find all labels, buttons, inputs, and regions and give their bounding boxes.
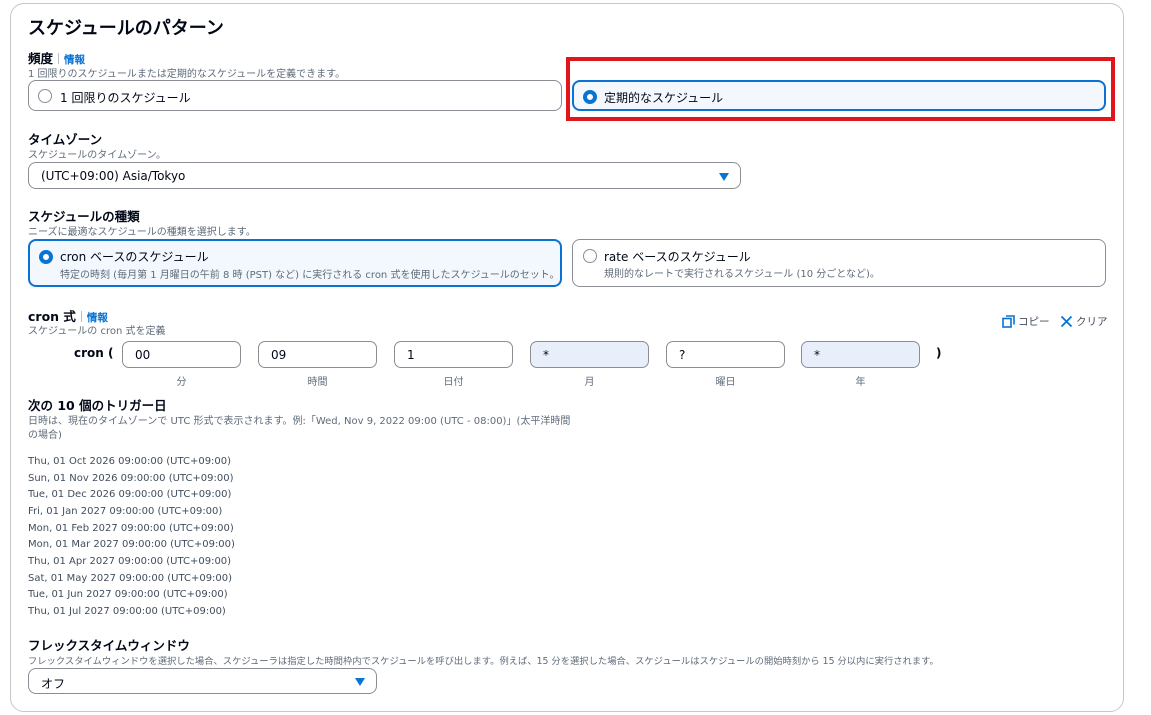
cron-description: スケジュールの cron 式を定義 bbox=[28, 326, 166, 337]
copy-icon bbox=[1002, 315, 1015, 328]
caret-down-icon bbox=[719, 173, 729, 181]
cron-minutes-caption: 分 bbox=[176, 377, 187, 388]
flex-description: フレックスタイムウィンドウを選択した場合、スケジューラは指定した時間枠内でスケジ… bbox=[28, 656, 939, 667]
schedule-type-description: ニーズに最適なスケジュールの種類を選択します。 bbox=[28, 227, 256, 238]
cron-year-caption: 年 bbox=[855, 377, 866, 388]
triggers-description-line1: 日時は、現在のタイムゾーンで UTC 形式で表示されます。例:「Wed, Nov… bbox=[28, 416, 571, 427]
radio-card-one-time[interactable]: 1 回限りのスケジュール bbox=[28, 80, 562, 111]
cron-year-input[interactable]: * bbox=[801, 341, 920, 368]
divider bbox=[80, 311, 82, 322]
cron-day-of-month-caption: 日付 bbox=[443, 377, 464, 388]
frequency-description: 1 回限りのスケジュールまたは定期的なスケジュールを定義できます。 bbox=[28, 69, 346, 80]
flex-label: フレックスタイムウィンドウ bbox=[28, 638, 190, 653]
cron-month-caption: 月 bbox=[584, 377, 595, 388]
timezone-select[interactable]: (UTC+09:00) Asia/Tokyo bbox=[28, 162, 741, 189]
cron-open-label: cron ( bbox=[74, 346, 114, 360]
timezone-description: スケジュールのタイムゾーン。 bbox=[28, 150, 166, 161]
close-icon bbox=[1060, 315, 1073, 328]
trigger-date: Sat, 01 May 2027 09:00:00 (UTC+09:00) bbox=[28, 573, 233, 584]
copy-label: コピー bbox=[1018, 316, 1050, 328]
trigger-date: Tue, 01 Jun 2027 09:00:00 (UTC+09:00) bbox=[28, 589, 228, 600]
cron-day-of-month-value: 1 bbox=[407, 348, 415, 362]
radio-rate-label: rate ベースのスケジュール bbox=[604, 250, 751, 264]
cron-minutes-value: 00 bbox=[135, 348, 151, 362]
trigger-date: Tue, 01 Dec 2026 09:00:00 (UTC+09:00) bbox=[28, 489, 232, 500]
cron-day-of-week-input[interactable]: ? bbox=[666, 341, 785, 368]
cron-day-of-week-value: ? bbox=[679, 348, 686, 362]
caret-down-icon bbox=[355, 678, 365, 686]
cron-hours-caption: 時間 bbox=[307, 377, 328, 388]
trigger-date: Fri, 01 Jan 2027 09:00:00 (UTC+09:00) bbox=[28, 506, 223, 517]
cron-hours-value: 09 bbox=[271, 348, 287, 362]
trigger-date: Mon, 01 Feb 2027 09:00:00 (UTC+09:00) bbox=[28, 523, 234, 534]
cron-minutes-input[interactable]: 00 bbox=[122, 341, 241, 368]
radio-one-time[interactable] bbox=[38, 89, 52, 103]
highlight-box bbox=[566, 57, 1115, 121]
radio-cron-label: cron ベースのスケジュール bbox=[60, 250, 209, 264]
trigger-date: Sun, 01 Nov 2026 09:00:00 (UTC+09:00) bbox=[28, 473, 234, 484]
trigger-date: Thu, 01 Apr 2027 09:00:00 (UTC+09:00) bbox=[28, 556, 232, 567]
radio-cron-description: 特定の時刻 (毎月第 1 月曜日の午前 8 時 (PST) など) に実行される… bbox=[60, 270, 560, 281]
cron-year-value: * bbox=[814, 348, 820, 362]
radio-card-rate[interactable]: rate ベースのスケジュール 規則的なレートで実行されるスケジュール (10 … bbox=[572, 239, 1106, 287]
cron-day-of-month-input[interactable]: 1 bbox=[394, 341, 513, 368]
flex-select[interactable]: オフ bbox=[28, 668, 377, 694]
trigger-date: Mon, 01 Mar 2027 09:00:00 (UTC+09:00) bbox=[28, 539, 235, 550]
radio-rate[interactable] bbox=[583, 249, 597, 263]
radio-card-cron[interactable]: cron ベースのスケジュール 特定の時刻 (毎月第 1 月曜日の午前 8 時 … bbox=[28, 239, 562, 287]
clear-button[interactable]: クリア bbox=[1060, 314, 1108, 329]
cron-month-value: * bbox=[543, 348, 549, 362]
timezone-value: (UTC+09:00) Asia/Tokyo bbox=[41, 169, 186, 183]
clear-label: クリア bbox=[1076, 316, 1108, 328]
trigger-date: Thu, 01 Jul 2027 09:00:00 (UTC+09:00) bbox=[28, 606, 226, 617]
cron-close-label: ) bbox=[936, 346, 942, 360]
frequency-label-text: 頻度 bbox=[28, 51, 54, 66]
radio-one-time-label: 1 回限りのスケジュール bbox=[60, 91, 191, 105]
trigger-date: Thu, 01 Oct 2026 09:00:00 (UTC+09:00) bbox=[28, 456, 232, 467]
page-title: スケジュールのパターン bbox=[28, 18, 224, 39]
cron-day-of-week-caption: 曜日 bbox=[715, 377, 736, 388]
radio-rate-description: 規則的なレートで実行されるスケジュール (10 分ごとなど)。 bbox=[604, 269, 880, 280]
radio-cron[interactable] bbox=[39, 250, 53, 264]
copy-button[interactable]: コピー bbox=[1002, 314, 1050, 329]
divider bbox=[58, 53, 60, 64]
cron-hours-input[interactable]: 09 bbox=[258, 341, 377, 368]
triggers-description-line2: の場合) bbox=[28, 430, 62, 441]
flex-value: オフ bbox=[41, 677, 66, 691]
cron-month-input[interactable]: * bbox=[530, 341, 649, 368]
